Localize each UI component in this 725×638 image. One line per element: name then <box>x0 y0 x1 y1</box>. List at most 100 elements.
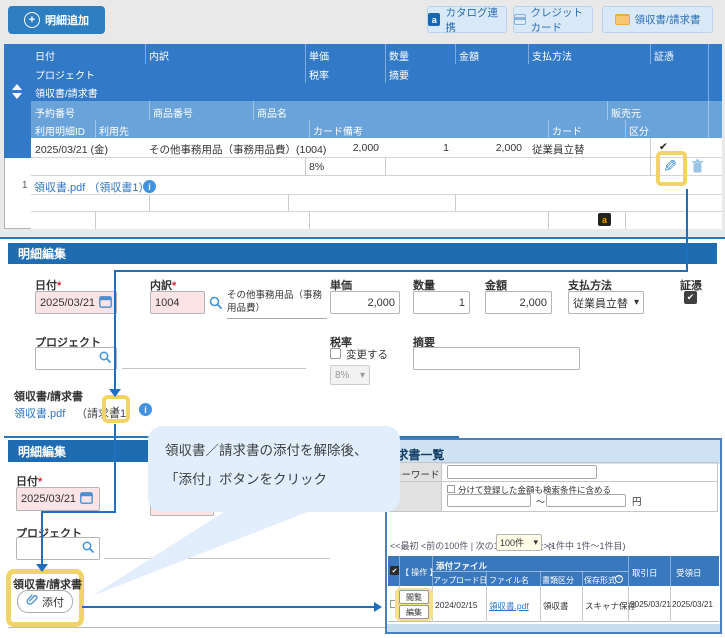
amazon-item-icon: a <box>598 213 611 226</box>
col-header-breakdown: 内訳 <box>149 48 169 63</box>
row-unit-price: 2,000 <box>305 142 379 154</box>
page-size-select[interactable]: 100件 ▾ <box>496 534 542 551</box>
arrow-from-remove <box>114 424 116 512</box>
date-field[interactable]: 2025/03/21 <box>35 291 117 314</box>
cell-file-link[interactable]: 領収書.pdf <box>489 600 529 612</box>
col-header-usage-to: 利用先 <box>99 123 129 138</box>
arrowhead-to-remove <box>109 389 121 397</box>
catalog-link-button[interactable]: a カタログ連携 <box>427 6 507 33</box>
edit-panel-title-bar: 明細編集 <box>8 243 717 264</box>
sort-up-icon[interactable] <box>12 84 22 90</box>
amazon-icon: a <box>428 13 440 26</box>
divider <box>540 571 541 586</box>
info-icon[interactable]: i <box>143 180 156 193</box>
divider <box>149 195 150 212</box>
col-header-summary: 摘要 <box>389 67 409 82</box>
col-header-upload-date: アップロード日 <box>433 575 487 586</box>
receipt-invoice-label: 領収書/請求書 <box>635 12 701 27</box>
info-icon[interactable]: i <box>139 403 152 416</box>
table-row-tax <box>31 158 722 176</box>
divider <box>540 586 541 622</box>
keyword-input[interactable] <box>447 465 597 479</box>
divider <box>548 120 549 138</box>
cell-received-date: 2025/03/21 <box>672 600 713 609</box>
receipt-section-label: 領収書/請求書 <box>14 388 83 404</box>
project-name-underline <box>122 368 306 369</box>
receipt-file-link[interactable]: 領収書.pdf （領収書1） <box>34 179 150 195</box>
row-date: 2025/03/21 (金) <box>35 142 108 157</box>
col-header-file-name: ファイル名 <box>489 575 529 586</box>
col-header-usage-id: 利用明細ID <box>35 123 85 138</box>
tax-rate-select[interactable]: 8% ▾ <box>330 365 370 385</box>
divider <box>455 195 456 212</box>
credit-card-button[interactable]: クレジットカード <box>513 6 593 33</box>
attach-button[interactable]: 添付 <box>17 590 73 613</box>
trash-icon[interactable] <box>691 159 704 179</box>
arrow-to-list <box>82 606 374 608</box>
sort-down-icon[interactable] <box>12 93 22 99</box>
divider <box>670 556 671 586</box>
qty-field[interactable]: 1 <box>413 291 470 314</box>
tax-change-checkbox[interactable] <box>330 348 341 359</box>
divider <box>309 212 310 229</box>
receipt-invoice-button[interactable]: 領収書/請求書 <box>602 6 713 33</box>
divider <box>309 120 310 138</box>
header-select-checkbox[interactable]: ✔ <box>390 566 399 575</box>
col-header-receipt: 領収書/請求書 <box>35 85 98 100</box>
help-icon[interactable]: ? <box>615 575 623 583</box>
search-icon[interactable] <box>99 351 112 367</box>
divider <box>625 212 626 229</box>
panel-bottom-strip <box>387 624 720 632</box>
project-search-field[interactable] <box>35 347 117 370</box>
arrowhead-to-list <box>374 602 382 612</box>
breakdown-name: その他事務用品（事務用品費） <box>227 290 327 319</box>
evidence-checkbox[interactable]: ✔ <box>684 291 697 304</box>
row-reorder-column[interactable] <box>4 44 31 158</box>
unit-price-field[interactable]: 2,000 <box>330 291 400 314</box>
divider <box>650 44 651 64</box>
divider <box>95 212 96 229</box>
edit-panel-title: 明細編集 <box>18 245 66 262</box>
divider <box>95 120 96 138</box>
col-header-evidence: 証憑 <box>654 48 674 63</box>
arrow-horizontal <box>114 270 688 272</box>
chevron-down-icon: ▾ <box>360 370 365 381</box>
bubble-tail <box>85 505 325 600</box>
search-icon[interactable] <box>209 296 223 315</box>
pager-count: (1件中 1件～1件目) <box>548 539 626 552</box>
add-detail-button[interactable]: + 明細追加 <box>8 6 105 34</box>
cell-doc-type: 領収書 <box>543 600 569 612</box>
amount-filter-checkbox[interactable] <box>447 485 455 493</box>
edit-button[interactable]: 編集 <box>399 605 429 619</box>
amount-field[interactable]: 2,000 <box>485 291 552 314</box>
cell-upload-date: 2024/02/15 <box>435 600 478 610</box>
calendar-icon[interactable] <box>99 295 112 311</box>
attached-file-link[interactable]: 領収書.pdf <box>14 405 65 421</box>
search-form-row-divider <box>390 481 718 482</box>
add-detail-label: 明細追加 <box>45 12 89 28</box>
divider <box>708 44 709 138</box>
view-button[interactable]: 閲覧 <box>399 590 429 604</box>
row-payment: 従業員立替 <box>532 142 585 157</box>
col-header-save-format: 保存形式 <box>584 575 616 586</box>
breakdown-code-field[interactable]: 1004 <box>150 291 205 314</box>
summary-field[interactable] <box>413 347 580 370</box>
plus-icon: + <box>24 12 40 28</box>
divider <box>582 586 583 622</box>
row-amount: 2,000 <box>455 142 522 154</box>
divider <box>548 212 549 229</box>
amount-max-input[interactable] <box>546 494 626 507</box>
col-header-tax: 税率 <box>309 67 329 82</box>
col-header-payment: 支払方法 <box>532 48 572 63</box>
payment-select[interactable]: 従業員立替 ▾ <box>568 291 644 314</box>
range-separator: ～ <box>536 495 545 508</box>
amount-min-input[interactable] <box>447 494 531 507</box>
col-header-project: プロジェクト <box>35 67 95 82</box>
header-row-1 <box>31 44 722 64</box>
table-row-empty-1 <box>31 195 722 212</box>
edit-panel2-title: 明細編集 <box>18 443 66 460</box>
divider <box>385 158 386 176</box>
divider <box>305 158 306 176</box>
chevron-down-icon: ▾ <box>634 297 639 308</box>
paperclip-icon <box>26 593 38 611</box>
